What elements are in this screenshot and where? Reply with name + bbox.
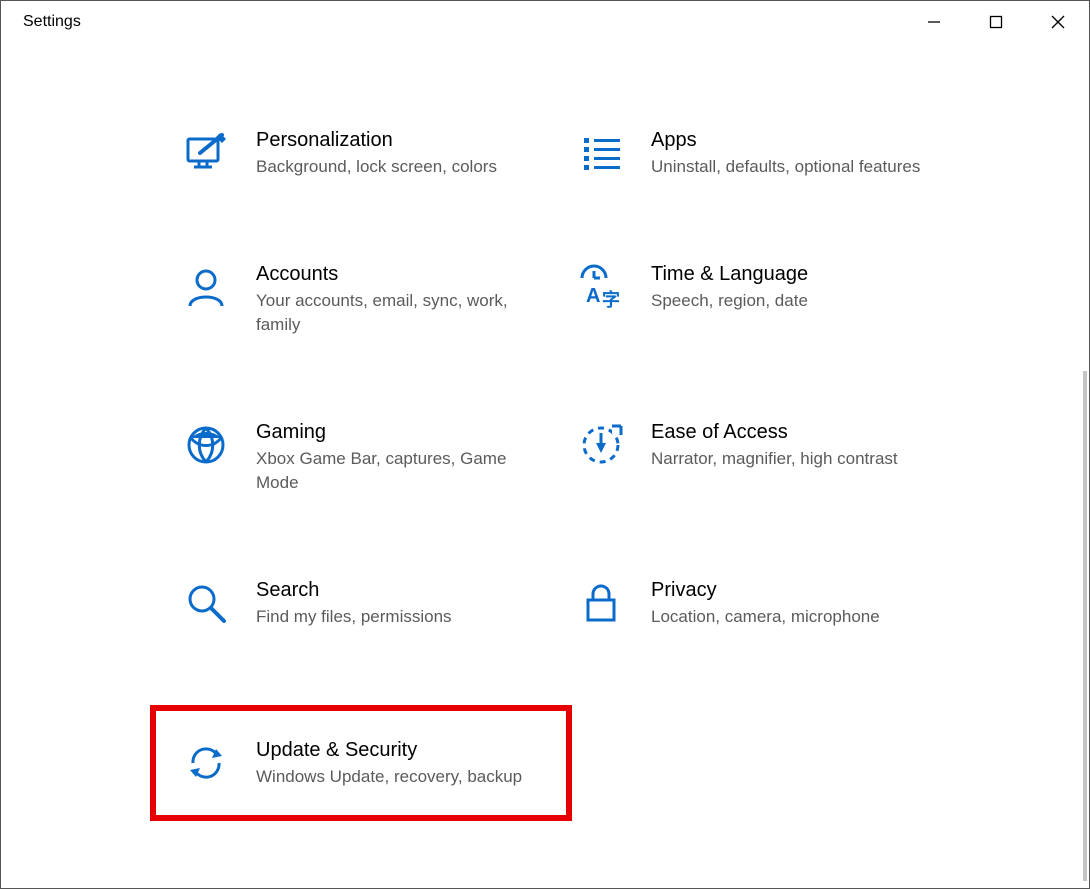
tile-title: Search	[256, 577, 540, 603]
settings-content: Personalization Background, lock screen,…	[1, 121, 1089, 888]
tile-sub: Speech, region, date	[651, 289, 921, 313]
personalization-icon	[182, 129, 230, 177]
tile-personalization[interactable]: Personalization Background, lock screen,…	[176, 121, 546, 185]
tile-sub: Location, camera, microphone	[651, 605, 921, 629]
tile-sub: Find my files, permissions	[256, 605, 526, 629]
tile-search[interactable]: Search Find my files, permissions	[176, 571, 546, 635]
tile-sub: Uninstall, defaults, optional features	[651, 155, 921, 179]
window-title: Settings	[23, 13, 81, 31]
tile-sub: Your accounts, email, sync, work, family	[256, 289, 526, 337]
tile-sub: Narrator, magnifier, high contrast	[651, 447, 921, 471]
close-button[interactable]	[1027, 1, 1089, 43]
update-security-icon	[182, 739, 230, 787]
tile-apps[interactable]: Apps Uninstall, defaults, optional featu…	[571, 121, 941, 185]
tile-title: Ease of Access	[651, 419, 935, 445]
gaming-icon	[182, 421, 230, 469]
search-icon	[182, 579, 230, 627]
tile-title: Gaming	[256, 419, 540, 445]
privacy-icon	[577, 579, 625, 627]
accounts-icon	[182, 263, 230, 311]
tile-sub: Background, lock screen, colors	[256, 155, 526, 179]
svg-text:A: A	[586, 285, 600, 307]
maximize-button[interactable]	[965, 1, 1027, 43]
tile-title: Accounts	[256, 261, 540, 287]
tile-time-language[interactable]: A 字 Time & Language Speech, region, date	[571, 255, 941, 343]
tile-sub: Windows Update, recovery, backup	[256, 765, 526, 789]
tile-title: Privacy	[651, 577, 935, 603]
minimize-button[interactable]	[903, 1, 965, 43]
settings-window: Settings	[0, 0, 1090, 889]
tile-gaming[interactable]: Gaming Xbox Game Bar, captures, Game Mod…	[176, 413, 546, 501]
tile-title: Time & Language	[651, 261, 935, 287]
time-language-icon: A 字	[577, 263, 625, 311]
tile-sub: Xbox Game Bar, captures, Game Mode	[256, 447, 526, 495]
vertical-scrollbar[interactable]	[1083, 371, 1087, 881]
apps-icon	[577, 129, 625, 177]
svg-text:字: 字	[602, 289, 620, 310]
tile-privacy[interactable]: Privacy Location, camera, microphone	[571, 571, 941, 635]
ease-of-access-icon	[577, 421, 625, 469]
tile-title: Personalization	[256, 127, 540, 153]
tile-update-security[interactable]: Update & Security Windows Update, recove…	[176, 731, 546, 795]
tile-title: Update & Security	[256, 737, 540, 763]
window-controls	[903, 1, 1089, 43]
settings-grid: Personalization Background, lock screen,…	[1, 121, 1089, 795]
tile-ease-of-access[interactable]: Ease of Access Narrator, magnifier, high…	[571, 413, 941, 501]
tile-title: Apps	[651, 127, 935, 153]
tile-accounts[interactable]: Accounts Your accounts, email, sync, wor…	[176, 255, 546, 343]
